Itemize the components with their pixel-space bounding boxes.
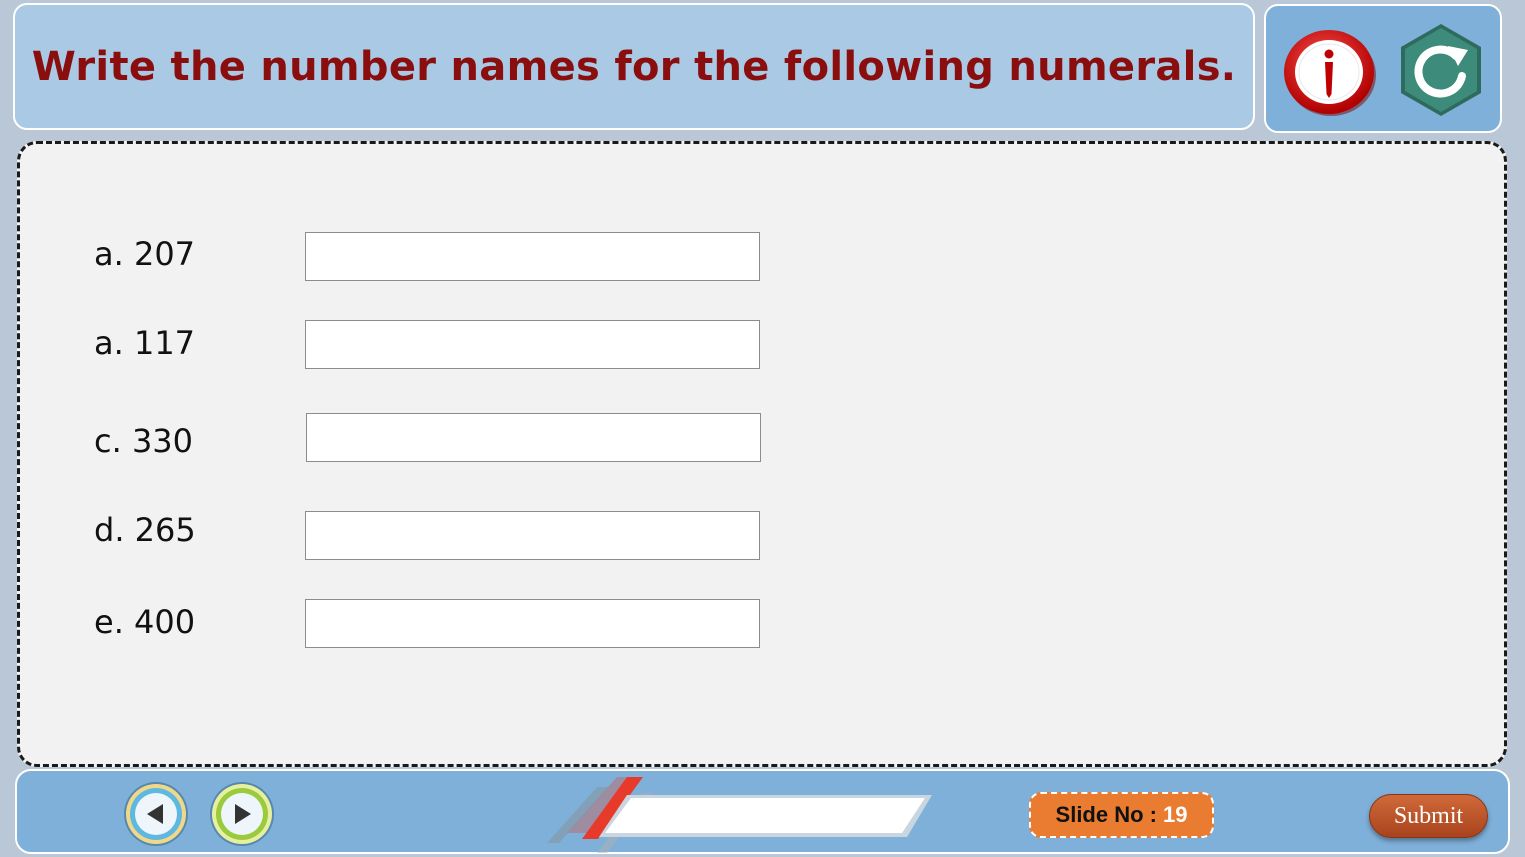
answer-input-e[interactable] [305,599,760,648]
slide-number-label: Slide No : [1055,802,1157,827]
answer-input-b[interactable] [305,320,760,369]
question-label-b: a. 117 [94,324,196,362]
next-icon [210,782,274,846]
footer-bar: Slide No : 19 Submit [15,769,1510,854]
answer-input-c[interactable] [306,413,761,462]
title-bar: Write the number names for the following… [13,3,1255,130]
refresh-icon [1401,24,1481,116]
question-label-a: a. 207 [94,235,196,273]
page-title: Write the number names for the following… [31,43,1237,90]
question-label-e: e. 400 [94,603,196,641]
slide-number-value: 19 [1162,802,1188,827]
previous-button[interactable] [123,781,189,847]
previous-icon [124,782,188,846]
tool-panel [1264,4,1502,133]
question-label-d: d. 265 [94,511,196,549]
question-label-c: c. 330 [94,422,194,460]
question-panel: a. 207 a. 117 c. 330 d. 265 e. 400 [17,141,1507,767]
info-button[interactable] [1282,26,1378,116]
submit-button[interactable]: Submit [1369,794,1488,838]
slide-number-badge: Slide No : 19 [1029,792,1214,838]
next-button[interactable] [209,781,275,847]
progress-bar [547,777,932,853]
answer-input-a[interactable] [305,232,760,281]
info-icon [1284,30,1376,116]
refresh-button[interactable] [1396,20,1486,120]
answer-input-d[interactable] [305,511,760,560]
